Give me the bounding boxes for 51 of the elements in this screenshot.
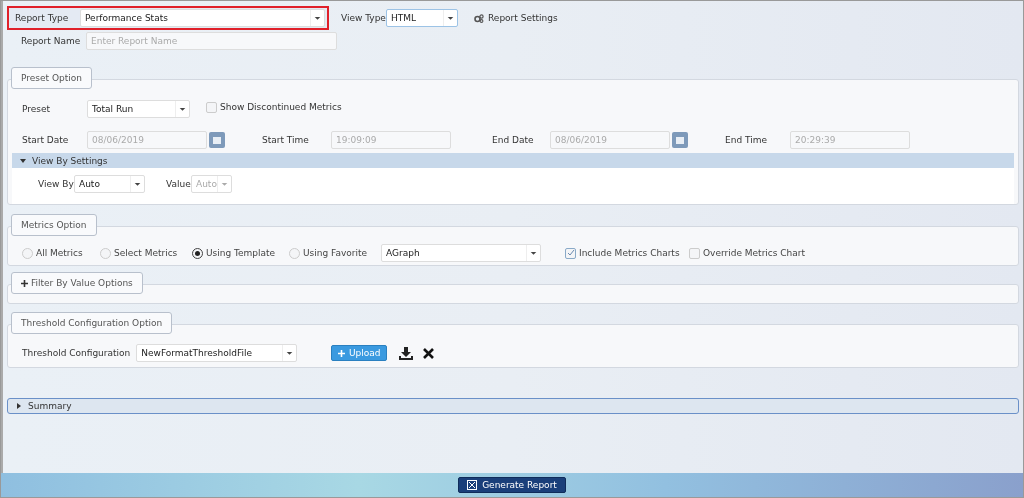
section-tab[interactable]: Filter By Value Options — [11, 272, 143, 294]
radio-label: Select Metrics — [114, 248, 178, 258]
bar-title: View By Settings — [32, 155, 108, 166]
checkbox[interactable] — [689, 247, 700, 259]
download-icon[interactable] — [399, 346, 414, 360]
radio-button[interactable] — [192, 247, 203, 259]
plus-icon — [21, 279, 28, 287]
section-tab[interactable]: Threshold Configuration Option — [11, 312, 173, 334]
preset-select[interactable]: Total Run — [87, 100, 190, 119]
calendar-icon — [213, 136, 221, 144]
field-label: End Time — [725, 135, 768, 146]
caret-icon — [20, 157, 26, 164]
report-icon — [467, 480, 478, 490]
radio-label: Using Favorite — [303, 248, 368, 258]
field-label: View By — [38, 179, 74, 190]
field-label: Start Time — [262, 135, 310, 146]
gears-icon — [474, 13, 484, 23]
report-type-select[interactable]: Performance Stats — [80, 9, 325, 27]
section-tab[interactable]: Preset Option — [11, 67, 92, 89]
field-label: Preset — [22, 104, 52, 115]
close-icon[interactable] — [423, 347, 435, 359]
report-name-field[interactable]: Enter Report Name — [86, 32, 337, 50]
checkbox[interactable] — [206, 101, 217, 113]
field-label: Threshold Configuration — [22, 348, 131, 358]
field-label: Value — [166, 179, 191, 190]
calendar-button[interactable] — [672, 132, 688, 149]
template-select[interactable]: AGraph — [381, 244, 541, 262]
field-label: Report Type — [15, 13, 70, 23]
radio-label: All Metrics — [36, 248, 83, 258]
view-by-select[interactable]: Auto — [74, 175, 145, 194]
view-type-select[interactable]: HTML — [386, 9, 458, 27]
section-tab[interactable]: Metrics Option — [11, 214, 97, 236]
field-label: Start Date — [22, 135, 70, 146]
field-label: View Type — [341, 13, 386, 23]
field-label: Report Name — [21, 36, 82, 46]
threshold-select[interactable]: NewFormatThresholdFile — [136, 344, 298, 362]
view-by-settings-bar[interactable]: View By Settings — [12, 153, 1014, 169]
calendar-button[interactable] — [209, 132, 225, 149]
bar-title: Summary — [28, 401, 72, 411]
plus-icon — [338, 349, 345, 357]
calendar-icon — [676, 136, 684, 144]
checkbox-label: Include Metrics Charts — [579, 248, 680, 258]
checkbox-label: Show Discontinued Metrics — [220, 102, 342, 113]
caret-icon — [16, 403, 22, 409]
radio-label: Using Template — [206, 248, 276, 258]
field-label: End Date — [492, 135, 535, 146]
checkbox[interactable] — [565, 247, 576, 259]
checkbox-label: Override Metrics Chart — [703, 248, 806, 258]
report-settings-link[interactable]: Report Settings — [474, 13, 558, 23]
generate-report-button[interactable]: Generate Report — [458, 477, 566, 493]
summary-bar[interactable]: Summary — [7, 398, 1019, 414]
